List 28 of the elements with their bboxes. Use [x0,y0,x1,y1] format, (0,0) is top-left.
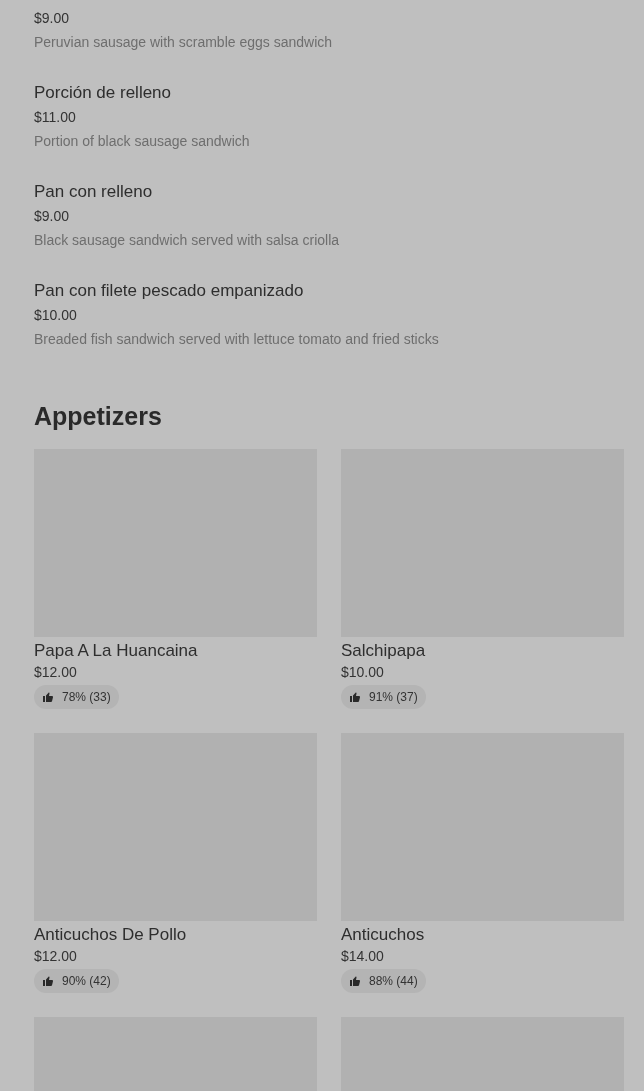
item-description: Portion of black sausage sandwich [34,132,251,151]
item-description: Black sausage sandwich served with salsa criolla [34,231,341,250]
section-heading: Appetizers [34,401,163,431]
rating-text: 90% (42) [62,973,111,990]
card-price: $10.00 [341,663,385,682]
card-title[interactable]: Anticuchos De Pollo [34,924,317,946]
rating-text: 78% (33) [62,689,111,706]
thumbs-up-icon [349,691,361,703]
thumbs-up-icon [349,975,361,987]
card-price: $12.00 [34,663,78,682]
card-title[interactable]: Anticuchos [341,924,624,946]
card-price: $14.00 [341,947,385,966]
item-price: $9.00 [34,9,71,28]
item-name: Pan con relleno [34,181,154,203]
item-description: Peruvian sausage with scramble eggs sandwich [34,33,334,52]
card-title[interactable]: Papa A La Huancaina [34,640,317,662]
item-name: Porción de relleno [34,82,173,104]
rating-text: 91% (37) [369,689,418,706]
rating-text: 88% (44) [369,973,418,990]
item-name: Pan con filete pescado empanizado [34,280,305,302]
item-price: $9.00 [34,207,71,226]
item-description: Breaded fish sandwich served with lettuce tomato and fried sticks [34,330,440,349]
card-price: $12.00 [34,947,78,966]
item-price: $11.00 [34,108,77,127]
thumbs-up-icon [42,691,54,703]
card-title[interactable]: Salchipapa [341,640,624,662]
item-price: $10.00 [34,306,78,325]
thumbs-up-icon [42,975,54,987]
